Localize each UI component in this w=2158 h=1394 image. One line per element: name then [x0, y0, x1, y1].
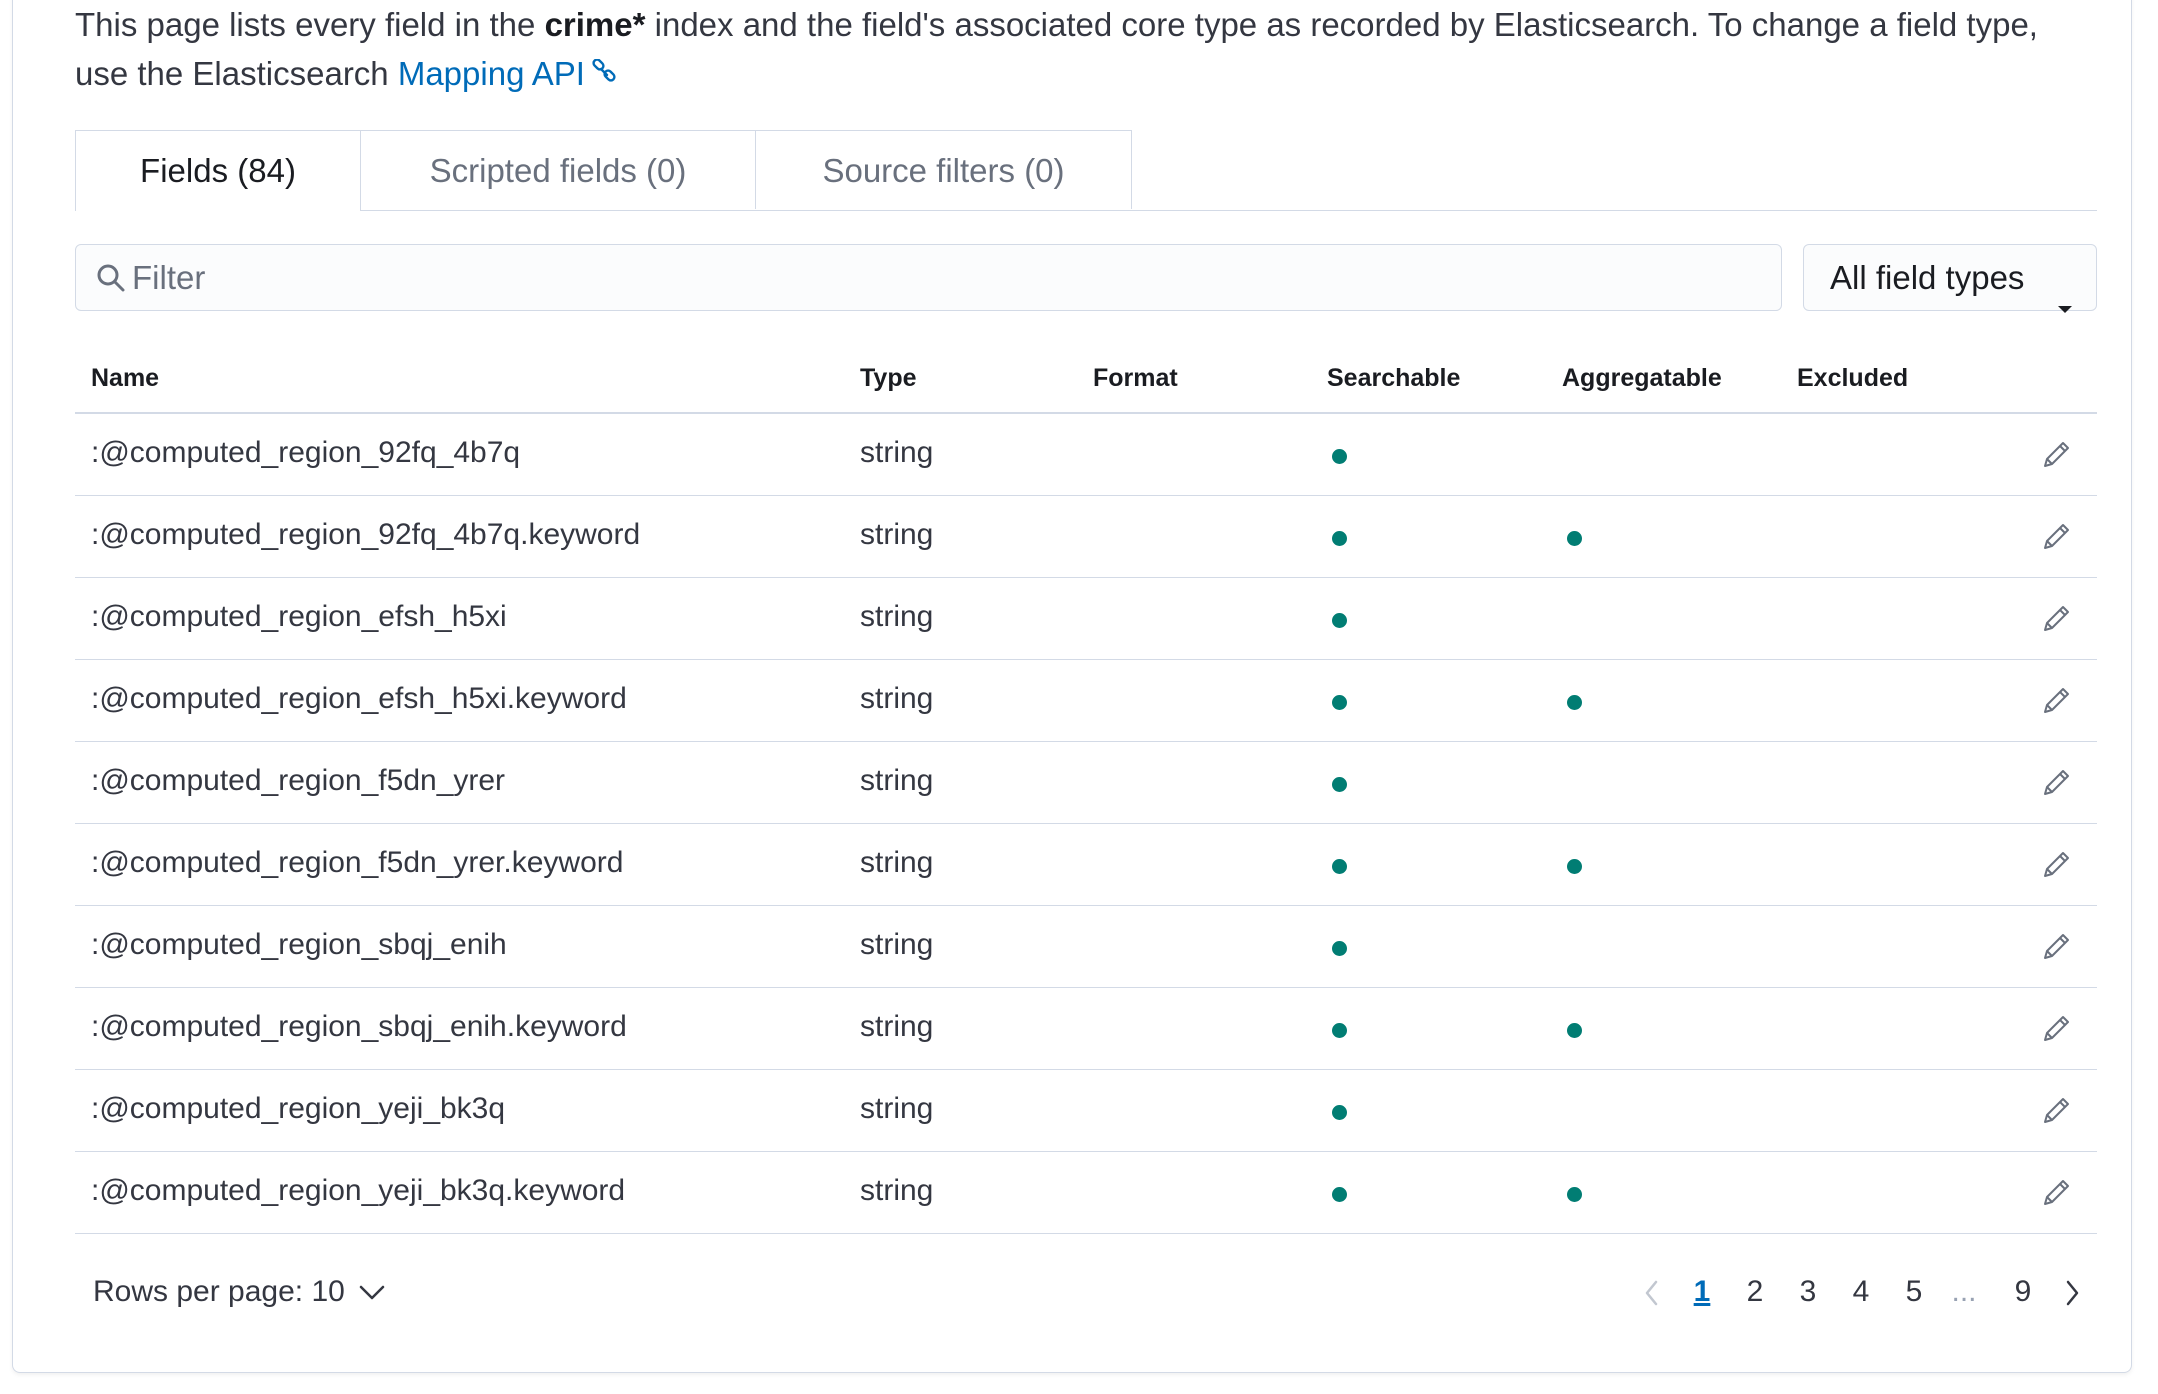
- rows-per-page-button[interactable]: Rows per page: 10: [93, 1275, 385, 1309]
- table-row: :@computed_region_yeji_bk3q.keyword strin…: [75, 1152, 2097, 1234]
- tab-source-filters[interactable]: Source filters (0): [755, 130, 1132, 209]
- column-header-format[interactable]: Format: [1093, 364, 1178, 393]
- field-type: string: [860, 764, 934, 797]
- pagination-page-5[interactable]: 5: [1899, 1270, 1929, 1314]
- chevron-left-icon[interactable]: [1637, 1270, 1667, 1314]
- caret-down-icon: [2056, 272, 2074, 337]
- filter-input[interactable]: [132, 245, 1762, 310]
- edit-field-pencil-icon[interactable]: [2039, 1094, 2073, 1128]
- pagination-page-2[interactable]: 2: [1740, 1270, 1770, 1314]
- field-name: :@computed_region_sbqj_enih.keyword: [91, 1010, 627, 1043]
- table-row: :@computed_region_efsh_h5xi.keyword strin…: [75, 660, 2097, 742]
- edit-field-pencil-icon[interactable]: [2039, 602, 2073, 636]
- rows-per-page-label: Rows per page: 10: [93, 1275, 345, 1308]
- link-icon[interactable]: [591, 49, 617, 98]
- field-name: :@computed_region_92fq_4b7q.keyword: [91, 518, 641, 551]
- index-fields-panel: This page lists every field in the crime…: [12, 0, 2132, 1373]
- edit-field-pencil-icon[interactable]: [2039, 848, 2073, 882]
- edit-field-pencil-icon[interactable]: [2039, 1176, 2073, 1210]
- column-header-searchable[interactable]: Searchable: [1327, 364, 1460, 393]
- table-header: Name Type Format Searchable Aggregatable…: [75, 350, 2097, 414]
- field-name: :@computed_region_f5dn_yrer.keyword: [91, 846, 624, 879]
- field-type: string: [860, 1092, 934, 1125]
- field-type-select[interactable]: All field types: [1803, 244, 2097, 313]
- aggregatable-indicator: [1567, 859, 1582, 874]
- filter-field[interactable]: [75, 244, 1782, 311]
- pagination: 1 2 3 4 5... 9: [1637, 1270, 2097, 1314]
- searchable-indicator: [1332, 1105, 1347, 1120]
- aggregatable-indicator: [1567, 1187, 1582, 1202]
- index-name: crime*: [544, 6, 646, 43]
- field-type-select-value: All field types: [1830, 259, 2025, 296]
- searchable-indicator: [1332, 449, 1347, 464]
- field-name: :@computed_region_efsh_h5xi: [91, 600, 507, 633]
- column-header-excluded[interactable]: Excluded: [1797, 364, 1908, 393]
- field-name: :@computed_region_yeji_bk3q: [91, 1092, 506, 1125]
- edit-field-pencil-icon[interactable]: [2039, 1012, 2073, 1046]
- pagination-page-3[interactable]: 3: [1793, 1270, 1823, 1314]
- chevron-right-icon[interactable]: [2057, 1270, 2087, 1314]
- searchable-indicator: [1332, 777, 1347, 792]
- searchable-indicator: [1332, 859, 1347, 874]
- column-header-type[interactable]: Type: [860, 364, 917, 393]
- table-row: :@computed_region_efsh_h5xi string: [75, 578, 2097, 660]
- table-body: :@computed_region_92fq_4b7q string:@compu…: [75, 414, 2097, 1234]
- intro-before: This page lists every field in the: [75, 6, 545, 43]
- pagination-page-9[interactable]: 9: [2008, 1270, 2038, 1314]
- field-name: :@computed_region_yeji_bk3q.keyword: [91, 1174, 626, 1207]
- search-icon: [96, 263, 126, 298]
- searchable-indicator: [1332, 531, 1347, 546]
- field-name: :@computed_region_f5dn_yrer: [91, 764, 506, 797]
- tab-fields[interactable]: Fields (84): [75, 130, 361, 211]
- table-row: :@computed_region_f5dn_yrer string: [75, 742, 2097, 824]
- field-type: string: [860, 436, 934, 469]
- searchable-indicator: [1332, 613, 1347, 628]
- edit-field-pencil-icon[interactable]: [2039, 520, 2073, 554]
- searchable-indicator: [1332, 1187, 1347, 1202]
- pagination-ellipsis: ...: [1951, 1275, 1977, 1308]
- field-type: string: [860, 600, 934, 633]
- table-row: :@computed_region_sbqj_enih.keyword strin…: [75, 988, 2097, 1070]
- column-header-aggregatable[interactable]: Aggregatable: [1562, 364, 1722, 393]
- aggregatable-indicator: [1567, 695, 1582, 710]
- field-type: string: [860, 846, 934, 879]
- mapping-api-link[interactable]: Mapping API: [398, 55, 585, 92]
- field-type: string: [860, 518, 934, 551]
- searchable-indicator: [1332, 1023, 1347, 1038]
- searchable-indicator: [1332, 941, 1347, 956]
- table-row: :@computed_region_sbqj_enih string: [75, 906, 2097, 988]
- table-row: :@computed_region_f5dn_yrer.keyword strin…: [75, 824, 2097, 906]
- aggregatable-indicator: [1567, 1023, 1582, 1038]
- field-name: :@computed_region_92fq_4b7q: [91, 436, 521, 469]
- field-type: string: [860, 928, 934, 961]
- table-row: :@computed_region_92fq_4b7q.keyword strin…: [75, 496, 2097, 578]
- field-type: string: [860, 682, 934, 715]
- table-row: :@computed_region_92fq_4b7q string: [75, 414, 2097, 496]
- edit-field-pencil-icon[interactable]: [2039, 930, 2073, 964]
- tab-bar: Fields (84) Scripted fields (0) Source f…: [75, 130, 2097, 211]
- table-row: :@computed_region_yeji_bk3q string: [75, 1070, 2097, 1152]
- searchable-indicator: [1332, 695, 1347, 710]
- field-type: string: [860, 1174, 934, 1207]
- intro-text: This page lists every field in the crime…: [75, 0, 2097, 98]
- edit-field-pencil-icon[interactable]: [2039, 684, 2073, 718]
- tab-scripted-fields[interactable]: Scripted fields (0): [360, 130, 756, 209]
- column-header-name[interactable]: Name: [91, 364, 159, 393]
- edit-field-pencil-icon[interactable]: [2039, 766, 2073, 800]
- field-name: :@computed_region_efsh_h5xi.keyword: [91, 682, 627, 715]
- pagination-page-4[interactable]: 4: [1846, 1270, 1876, 1314]
- aggregatable-indicator: [1567, 531, 1582, 546]
- field-type: string: [860, 1010, 934, 1043]
- chevron-down-icon: [359, 1285, 385, 1300]
- edit-field-pencil-icon[interactable]: [2039, 438, 2073, 472]
- pagination-page-1[interactable]: 1: [1687, 1270, 1717, 1314]
- field-name: :@computed_region_sbqj_enih: [91, 928, 507, 961]
